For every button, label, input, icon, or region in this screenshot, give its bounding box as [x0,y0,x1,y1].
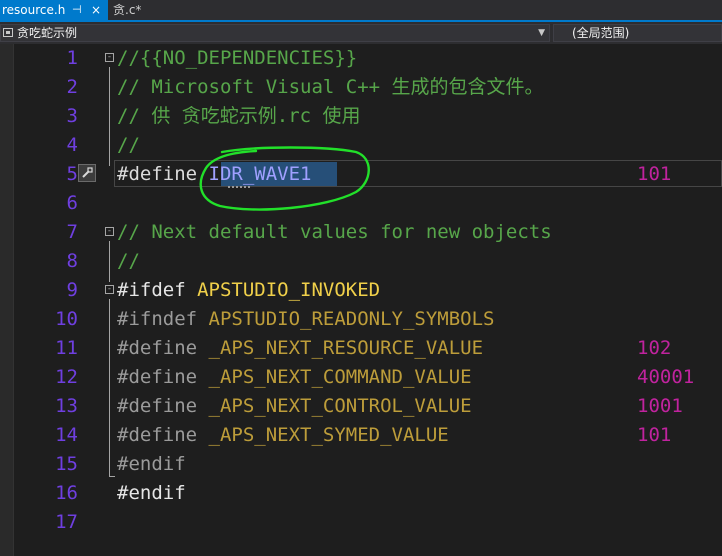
document-tab-strip: resource.h ⊣ × 贪.c* [0,0,722,22]
pin-icon[interactable]: ⊣ [72,0,82,20]
code-line: 17 [0,508,722,537]
macro-value: 40001 [637,366,695,388]
code-line: 15 #endif [0,450,722,479]
line-number: 15 [55,453,78,475]
code-line: 1 - //{{NO_DEPENDENCIES}} [0,44,722,73]
code-line: 14 #define _APS_NEXT_SYMED_VALUE 101 [0,421,722,450]
preprocessor-keyword: #define [117,424,209,446]
code-line: 7 - // Next default values for new objec… [0,218,722,247]
global-scope-label: (全局范围) [572,26,630,40]
line-number: 11 [55,337,78,359]
macro-value: 101 [637,424,672,446]
code-text: // [117,250,140,272]
tab-resource-h[interactable]: resource.h ⊣ × [0,0,108,20]
macro-value: 1001 [637,395,683,417]
code-line: 16 #endif [0,479,722,508]
collapse-icon[interactable]: - [105,227,114,236]
macro-value: 101 [637,163,672,185]
code-text: #define _APS_NEXT_SYMED_VALUE [117,421,449,450]
preprocessor-keyword: #define [117,163,209,185]
project-scope-label: 贪吃蛇示例 [17,26,78,40]
global-scope-dropdown[interactable]: (全局范围) [553,24,722,42]
line-number: 17 [55,511,78,533]
annotation-circle [199,146,370,211]
code-text: #endif [117,453,186,475]
code-text: #endif [117,482,186,504]
line-number: 2 [66,76,78,98]
line-number: 12 [55,366,78,388]
collapse-icon[interactable]: - [105,53,114,62]
code-line: 11 #define _APS_NEXT_RESOURCE_VALUE 102 [0,334,722,363]
preprocessor-keyword: #ifdef [117,279,198,301]
code-line: 2 // Microsoft Visual C++ 生成的包含文件。 [0,73,722,102]
tab-label: resource.h [2,3,66,17]
macro-identifier: _APS_NEXT_RESOURCE_VALUE [208,337,484,359]
project-icon [3,28,13,37]
macro-identifier: _APS_NEXT_COMMAND_VALUE [208,366,472,388]
line-number: 8 [66,250,78,272]
code-editor[interactable]: 1 - //{{NO_DEPENDENCIES}} 2 // Microsoft… [0,44,722,556]
preprocessor-keyword: #define [117,395,209,417]
code-text: #define _APS_NEXT_COMMAND_VALUE [117,363,472,392]
macro-identifier: _APS_NEXT_CONTROL_VALUE [208,395,472,417]
line-number: 14 [55,424,78,446]
code-line: 9 - #ifdef APSTUDIO_INVOKED [0,276,722,305]
tab-label: 贪.c* [113,3,142,17]
project-scope-dropdown[interactable]: 贪吃蛇示例 ▼ [0,24,550,42]
line-number: 16 [55,482,78,504]
preprocessor-keyword: #ifndef [117,308,209,330]
screwdriver-icon[interactable] [78,164,96,182]
code-text: // [117,134,140,156]
line-number: 5 [66,163,78,185]
code-text: //{{NO_DEPENDENCIES}} [117,47,358,69]
code-text: #ifdef APSTUDIO_INVOKED [117,276,380,305]
line-number: 1 [66,47,78,69]
code-text: // Next default values for new objects [117,221,552,243]
line-number: 7 [66,221,78,243]
macro-identifier: APSTUDIO_READONLY_SYMBOLS [208,308,495,330]
line-number: 9 [66,279,78,301]
code-text: // 供 贪吃蛇示例.rc 使用 [117,105,361,127]
line-number: 6 [66,192,78,214]
preprocessor-keyword: #define [117,337,209,359]
preprocessor-keyword: #define [117,366,209,388]
line-number: 10 [55,308,78,330]
code-text: // Microsoft Visual C++ 生成的包含文件。 [117,76,544,98]
close-icon[interactable]: × [91,0,101,20]
line-number: 13 [55,395,78,417]
code-line: 8 // [0,247,722,276]
macro-value: 102 [637,337,672,359]
chevron-down-icon: ▼ [538,28,545,38]
macro-identifier: _APS_NEXT_SYMED_VALUE [208,424,449,446]
code-text: #ifndef APSTUDIO_READONLY_SYMBOLS [117,305,495,334]
tab-tan-c[interactable]: 贪.c* [108,0,156,20]
macro-identifier: APSTUDIO_INVOKED [197,279,381,301]
collapse-icon[interactable]: - [105,285,114,294]
line-number: 3 [66,105,78,127]
code-text: #define _APS_NEXT_RESOURCE_VALUE [117,334,483,363]
code-line: 3 // 供 贪吃蛇示例.rc 使用 [0,102,722,131]
code-text: #define _APS_NEXT_CONTROL_VALUE [117,392,472,421]
code-line: 10 #ifndef APSTUDIO_READONLY_SYMBOLS [0,305,722,334]
navigation-bar: 贪吃蛇示例 ▼ (全局范围) [0,22,722,44]
code-line: 13 #define _APS_NEXT_CONTROL_VALUE 1001 [0,392,722,421]
code-line: 12 #define _APS_NEXT_COMMAND_VALUE 40001 [0,363,722,392]
line-number: 4 [66,134,78,156]
